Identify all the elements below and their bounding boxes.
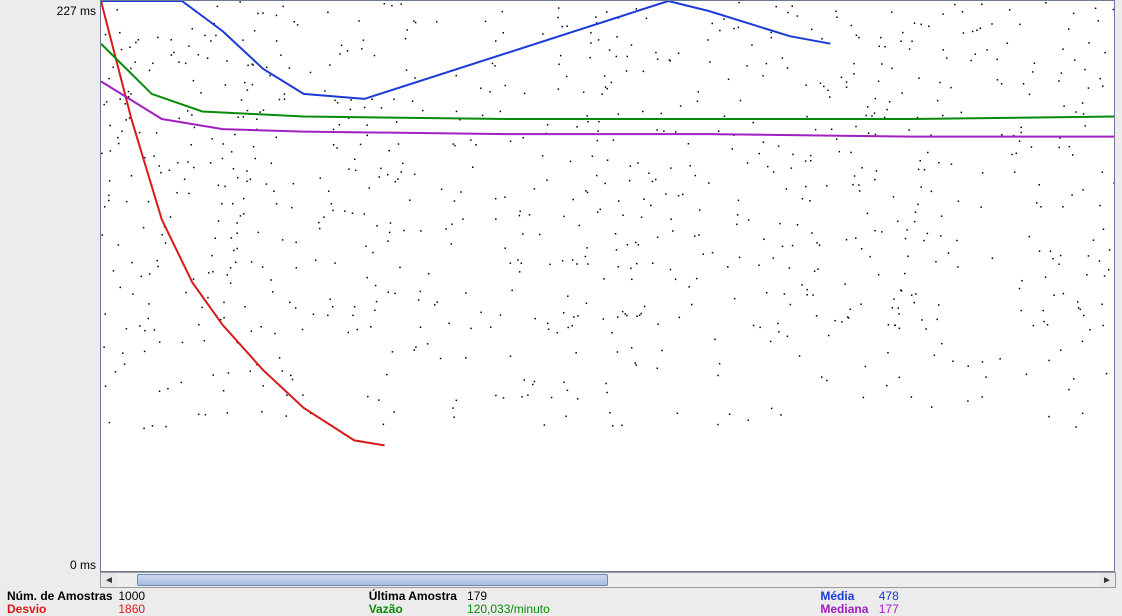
plot-area	[100, 0, 1115, 572]
stats-row-2: Desvio 1860 Vazão 120,033/minuto Mediana…	[7, 603, 1115, 616]
label-vazao: Vazão	[369, 603, 464, 616]
value-vazao: 120,033/minuto	[467, 603, 817, 616]
yaxis-tick-min: 0 ms	[70, 558, 96, 572]
value-mediana: 177	[879, 603, 899, 616]
scroll-track[interactable]	[117, 573, 1099, 587]
scroll-right-button[interactable]: ►	[1099, 573, 1115, 587]
value-num-amostras: 1000	[118, 590, 365, 603]
plot-svg	[101, 1, 1114, 571]
yaxis-tick-max: 227 ms	[57, 4, 96, 18]
value-desvio: 1860	[118, 603, 365, 616]
label-desvio: Desvio	[7, 603, 115, 616]
horizontal-scrollbar[interactable]: ◄ ►	[100, 572, 1116, 588]
jmeter-graph-panel: 227 ms 0 ms ◄ ► Núm. de Amostras 1000 Úl…	[0, 0, 1122, 616]
stats-row-1: Núm. de Amostras 1000 Última Amostra 179…	[7, 590, 1115, 603]
stats-panel: Núm. de Amostras 1000 Última Amostra 179…	[7, 590, 1115, 616]
scroll-left-button[interactable]: ◄	[101, 573, 117, 587]
scroll-thumb[interactable]	[137, 574, 608, 586]
label-mediana: Mediana	[820, 603, 875, 616]
